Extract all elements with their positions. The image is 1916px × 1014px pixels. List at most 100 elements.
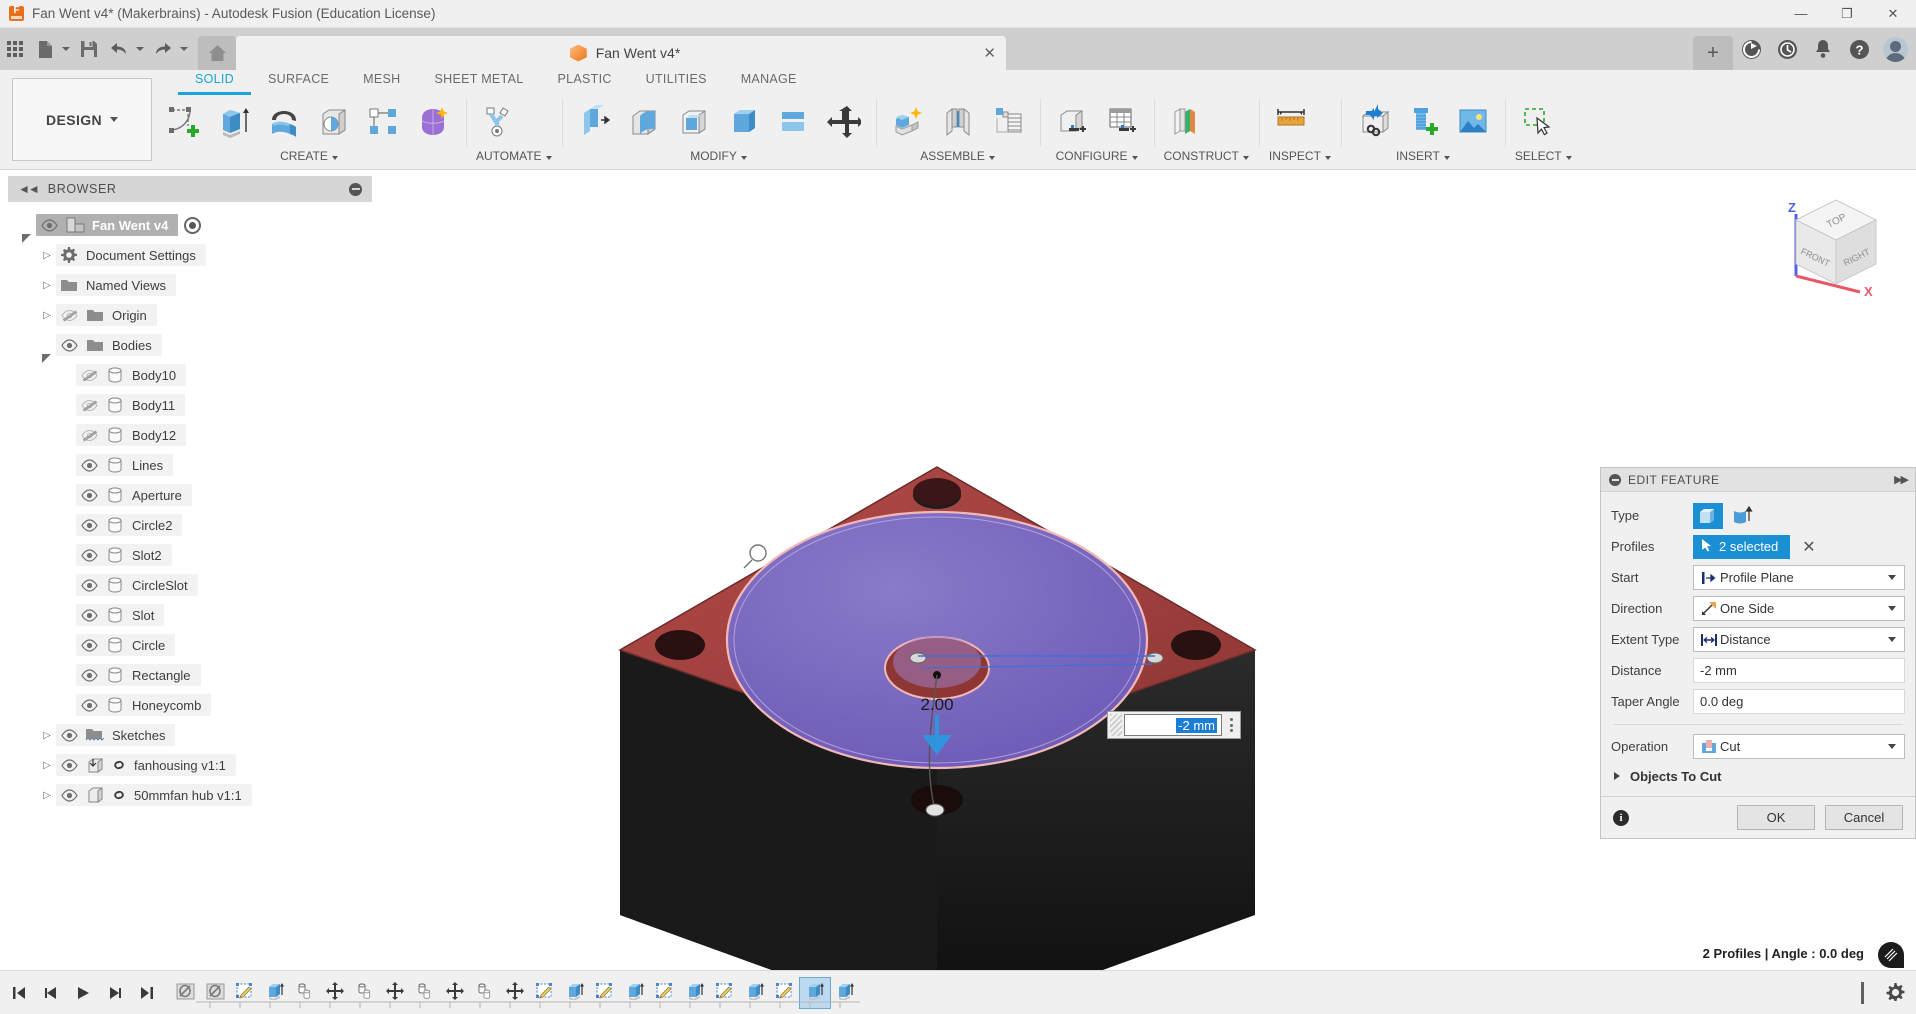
account-avatar[interactable] (1883, 37, 1908, 62)
tab-plastic[interactable]: PLASTIC (540, 70, 628, 95)
undo-icon[interactable] (104, 34, 134, 64)
tree-item-bodies[interactable]: Bodies (0, 330, 380, 360)
extent-type-dropdown[interactable]: Distance (1693, 627, 1905, 652)
insert-derive-icon[interactable] (1351, 99, 1395, 145)
panel-configure-label[interactable]: CONFIGURE (1050, 149, 1144, 169)
close-window-button[interactable]: ✕ (1870, 0, 1916, 28)
job-status-icon[interactable] (1733, 28, 1769, 70)
taper-angle-input[interactable]: 0.0 deg (1693, 689, 1905, 714)
tree-item-lines[interactable]: Lines (0, 450, 380, 480)
pattern-icon[interactable] (362, 99, 406, 145)
press-pull-icon[interactable] (572, 99, 616, 145)
tab-manage[interactable]: MANAGE (724, 70, 814, 95)
visibility-toggle-icon[interactable] (76, 604, 102, 626)
tree-item-origin[interactable]: ▷Origin (0, 300, 380, 330)
revolve-icon[interactable] (262, 99, 306, 145)
tree-item-fanhousing-v1-1[interactable]: ▷fanhousing v1:1 (0, 750, 380, 780)
tree-item-aperture[interactable]: Aperture (0, 480, 380, 510)
expand-arrow-icon[interactable]: ▷ (38, 790, 56, 801)
tree-item-slot2[interactable]: Slot2 (0, 540, 380, 570)
form-icon[interactable] (412, 99, 456, 145)
expand-arrow-icon[interactable]: ▷ (38, 310, 56, 321)
visibility-toggle-icon[interactable] (76, 664, 102, 686)
tree-item-body11[interactable]: Body11 (0, 390, 380, 420)
go-to-end-icon[interactable] (134, 980, 160, 1006)
minimize-panel-icon[interactable] (349, 183, 362, 196)
panel-automate-label[interactable]: AUTOMATE (476, 149, 552, 169)
expand-arrow-icon[interactable]: ▷ (38, 280, 56, 291)
shell-icon[interactable] (672, 99, 716, 145)
cancel-button[interactable]: Cancel (1825, 805, 1903, 830)
visibility-toggle-icon[interactable] (76, 574, 102, 596)
activate-component-radio[interactable] (184, 217, 201, 234)
dimension-input[interactable]: -2 mm (1107, 711, 1241, 739)
visibility-toggle-icon[interactable] (76, 364, 102, 386)
panel-assemble-label[interactable]: ASSEMBLE (886, 149, 1030, 169)
tree-item-circle[interactable]: Circle (0, 630, 380, 660)
home-icon[interactable] (198, 36, 236, 70)
scale-icon[interactable] (772, 99, 816, 145)
redo-caret-icon[interactable] (180, 47, 188, 51)
maximize-window-button[interactable]: ❐ (1824, 0, 1870, 28)
visibility-toggle-icon[interactable] (56, 304, 82, 326)
tab-solid[interactable]: SOLID (178, 70, 251, 95)
profiles-selection-button[interactable]: 2 selected (1693, 535, 1790, 559)
extrude-profile-icon[interactable] (1693, 503, 1723, 529)
tree-item-circleslot[interactable]: CircleSlot (0, 570, 380, 600)
panel-insert-label[interactable]: INSERT (1351, 149, 1495, 169)
motion-study-icon[interactable] (986, 99, 1030, 145)
visibility-toggle-icon[interactable] (76, 484, 102, 506)
collapse-left-icon[interactable]: ◄◄ (18, 182, 38, 196)
panel-create-label[interactable]: CREATE (162, 149, 456, 169)
go-to-beginning-icon[interactable] (6, 980, 32, 1006)
configure-design-icon[interactable] (1050, 99, 1094, 145)
timeline-end-marker[interactable] (1861, 982, 1864, 1004)
tab-utilities[interactable]: UTILITIES (629, 70, 724, 95)
minimize-window-button[interactable]: — (1778, 0, 1824, 28)
visibility-toggle-icon[interactable] (56, 754, 82, 776)
visibility-toggle-icon[interactable] (76, 424, 102, 446)
step-forward-icon[interactable] (102, 980, 128, 1006)
drag-grip-icon[interactable] (1110, 714, 1122, 736)
visibility-toggle-icon[interactable] (76, 544, 102, 566)
tree-item-slot[interactable]: Slot (0, 600, 380, 630)
sweep-icon[interactable] (312, 99, 356, 145)
measure-icon[interactable] (1269, 99, 1313, 145)
visibility-toggle-icon[interactable] (76, 514, 102, 536)
configuration-table-icon[interactable] (1100, 99, 1144, 145)
app-grid-icon[interactable] (0, 34, 30, 64)
document-tab[interactable]: Fan Went v4* ✕ (236, 36, 1006, 70)
draft-icon[interactable] (722, 99, 766, 145)
tab-mesh[interactable]: MESH (346, 70, 417, 95)
visibility-toggle-icon[interactable] (56, 334, 82, 356)
tree-item-named-views[interactable]: ▷Named Views (0, 270, 380, 300)
tab-sheet-metal[interactable]: SHEET METAL (417, 70, 540, 95)
visibility-toggle-icon[interactable] (36, 214, 62, 236)
info-icon[interactable]: i (1613, 810, 1629, 826)
tree-item-rectangle[interactable]: Rectangle (0, 660, 380, 690)
tree-item-fan-went-v4[interactable]: Fan Went v4 (0, 210, 380, 240)
visibility-toggle-icon[interactable] (76, 454, 102, 476)
operation-dropdown[interactable]: Cut (1693, 734, 1905, 759)
tree-item-circle2[interactable]: Circle2 (0, 510, 380, 540)
section-analysis-icon[interactable] (1878, 942, 1904, 968)
recent-activity-icon[interactable] (1769, 28, 1805, 70)
extrude-edge-icon[interactable] (1727, 503, 1757, 529)
insert-canvas-icon[interactable] (1451, 99, 1495, 145)
help-icon[interactable]: ? (1841, 28, 1877, 70)
move-copy-icon[interactable] (822, 99, 866, 145)
minimize-dialog-icon[interactable] (1609, 474, 1621, 486)
panel-select-label[interactable]: SELECT (1515, 149, 1572, 169)
select-window-icon[interactable] (1515, 99, 1559, 145)
automate-generative-icon[interactable] (476, 99, 520, 145)
visibility-toggle-icon[interactable] (76, 694, 102, 716)
redo-icon[interactable] (148, 34, 178, 64)
expand-arrow-icon[interactable]: ▷ (38, 730, 56, 741)
undo-caret-icon[interactable] (136, 47, 144, 51)
new-document-caret-icon[interactable] (62, 47, 70, 51)
visibility-toggle-icon[interactable] (56, 784, 82, 806)
distance-input[interactable]: -2 mm (1693, 658, 1905, 683)
create-sketch-icon[interactable] (162, 99, 206, 145)
visibility-toggle-icon[interactable] (56, 724, 82, 746)
clear-profiles-icon[interactable]: ✕ (1802, 537, 1815, 557)
